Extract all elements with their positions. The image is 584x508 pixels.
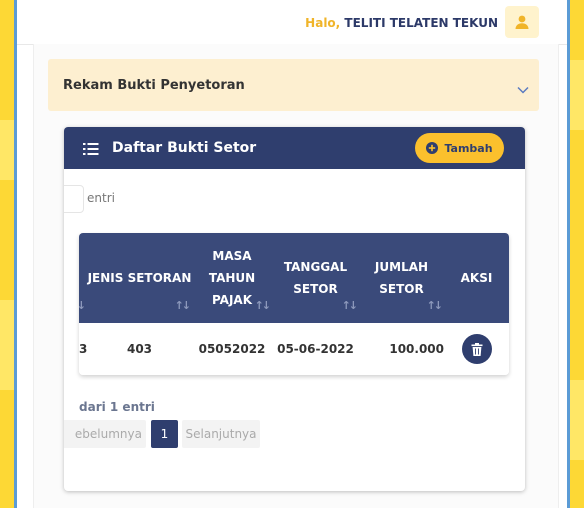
accordion-rekam-bukti[interactable]: Rekam Bukti Penyetoran xyxy=(48,59,539,111)
user-name[interactable]: TELITI TELATEN TEKUN xyxy=(344,16,498,30)
list-icon xyxy=(83,141,99,160)
bukti-setor-table: ↑↓ JENIS SETORAN ↑↓ MASA TAHUN PAJAK ↑↓ … xyxy=(79,233,509,375)
trash-icon xyxy=(471,342,482,356)
entries-length-select[interactable] xyxy=(64,185,84,213)
column-header-label: MASA TAHUN PAJAK xyxy=(208,249,256,307)
column-header-label: JUMLAH SETOR xyxy=(374,260,429,296)
column-header-partial[interactable]: ↑↓ xyxy=(79,233,87,323)
table-row: 3 403 05052022 05-06-2022 100.000 xyxy=(79,323,509,375)
add-button-label: Tambah xyxy=(444,141,493,155)
column-header-jenis-setoran[interactable]: JENIS SETORAN ↑↓ xyxy=(87,233,192,323)
cell-jenis-setoran: 403 xyxy=(126,342,153,356)
cell-aksi xyxy=(444,323,509,375)
table-info: dari 1 entri xyxy=(79,400,155,414)
pagination-next[interactable]: Selanjutnya xyxy=(182,420,260,448)
column-header-label: JENIS SETORAN xyxy=(87,271,192,285)
top-navbar: Halo, TELITI TELATEN TEKUN xyxy=(17,0,567,45)
pagination-page-current[interactable]: 1 xyxy=(151,420,178,448)
entries-length-label: entri xyxy=(87,191,115,205)
accordion-title: Rekam Bukti Penyetoran xyxy=(63,78,245,93)
greeting-label: Halo, xyxy=(305,16,341,30)
delete-button[interactable] xyxy=(461,334,492,364)
sort-icon: ↑↓ xyxy=(426,299,444,312)
chevron-down-icon xyxy=(517,79,529,98)
user-icon[interactable] xyxy=(505,6,539,38)
main-content: Rekam Bukti Penyetoran Daftar Bukti Seto… xyxy=(33,44,559,508)
bukti-setor-card: Daftar Bukti Setor Tambah entri ↓ JENIS … xyxy=(64,127,525,491)
sort-icon: ↑↓ xyxy=(254,299,272,312)
cell-partial: 3 xyxy=(79,342,87,356)
cell-tanggal-setor: 05-06-2022 xyxy=(277,342,354,356)
table-header-row: ↑↓ JENIS SETORAN ↑↓ MASA TAHUN PAJAK ↑↓ … xyxy=(79,233,509,323)
sort-icon: ↑↓ xyxy=(79,299,86,312)
sort-icon: ↑↓ xyxy=(341,299,359,312)
column-header-tanggal-setor[interactable]: TANGGAL SETOR ↑↓ xyxy=(272,233,359,323)
column-header-jumlah-setor[interactable]: JUMLAH SETOR ↑↓ xyxy=(359,233,444,323)
plus-circle-icon xyxy=(426,142,439,154)
card-header: Daftar Bukti Setor Tambah xyxy=(64,127,525,169)
cell-masa-tahun-pajak: 05052022 xyxy=(198,342,266,356)
pagination-previous[interactable]: ebelumnya xyxy=(64,420,146,448)
sort-icon: ↑↓ xyxy=(174,299,192,312)
column-header-aksi: AKSI xyxy=(444,233,509,323)
column-header-masa-tahun-pajak[interactable]: MASA TAHUN PAJAK ↑↓ xyxy=(192,233,272,323)
user-greeting: Halo, TELITI TELATEN TEKUN xyxy=(305,16,498,30)
column-header-label: TANGGAL SETOR xyxy=(283,260,348,296)
column-header-label: AKSI xyxy=(460,271,493,285)
card-title: Daftar Bukti Setor xyxy=(112,140,257,156)
app-frame: Halo, TELITI TELATEN TEKUN Rekam Bukti P… xyxy=(14,0,570,508)
table-scroll-area[interactable]: ↑↓ JENIS SETORAN ↑↓ MASA TAHUN PAJAK ↑↓ … xyxy=(79,233,509,375)
cell-jumlah-setor: 100.000 xyxy=(389,342,444,356)
add-button[interactable]: Tambah xyxy=(415,133,504,163)
